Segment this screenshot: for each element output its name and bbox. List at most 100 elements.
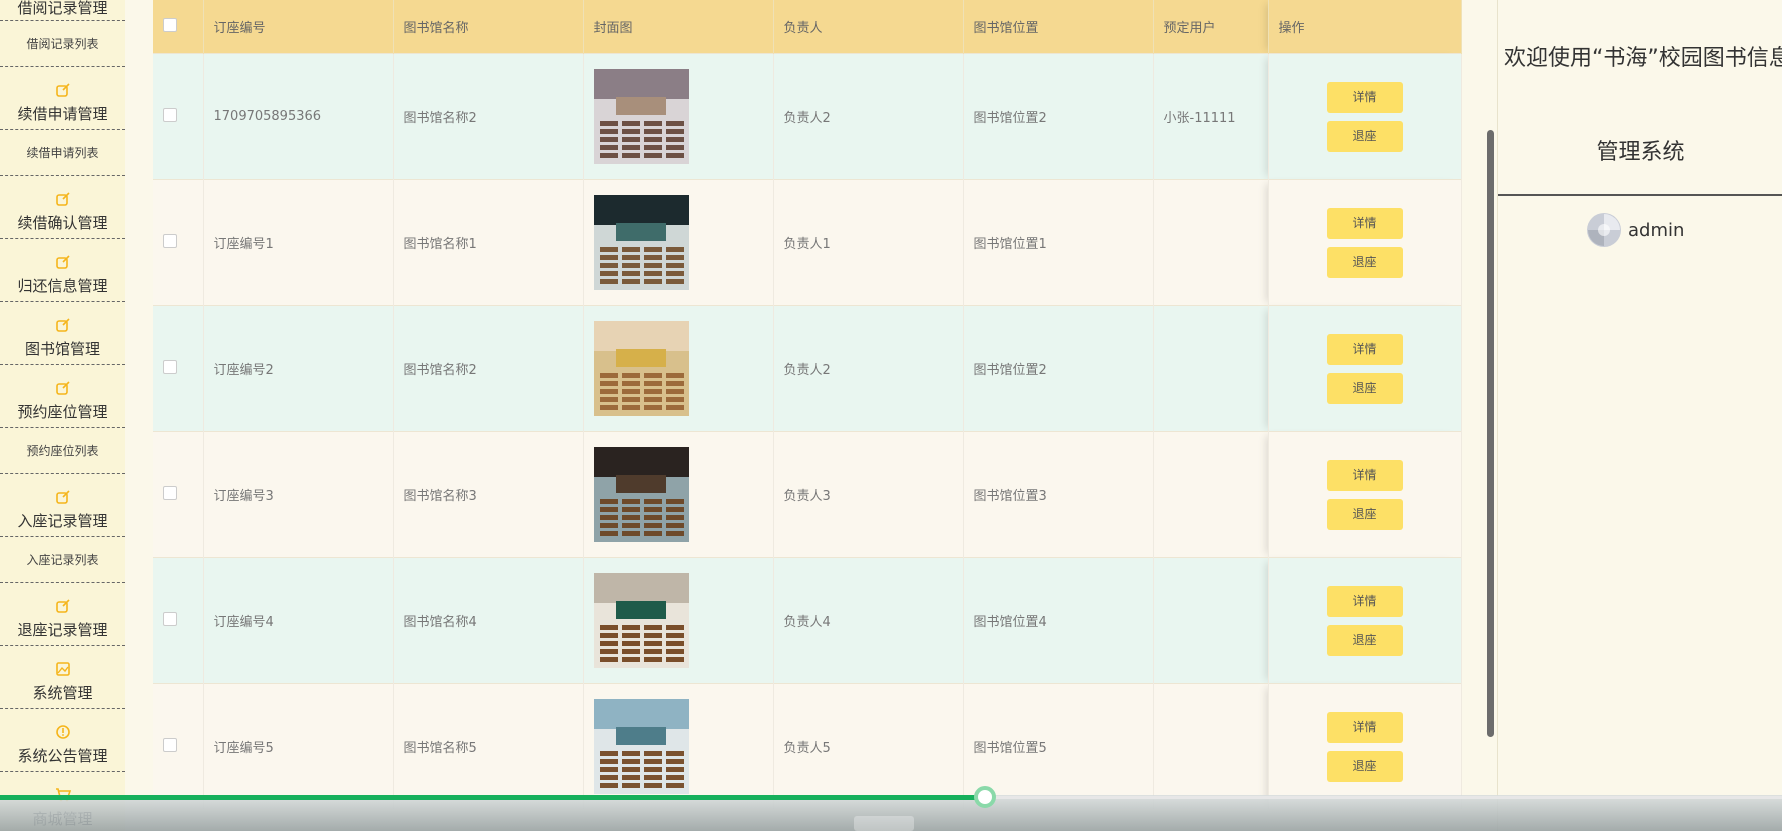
cell-booking-id: 订座编号3	[203, 431, 394, 558]
sidebar-group-label: 系统管理	[32, 684, 93, 702]
sidebar-group[interactable]: 续借确认管理	[0, 176, 125, 239]
row-select-cell[interactable]	[153, 53, 204, 180]
sidebar-subitem-label: 借阅记录列表	[26, 37, 99, 51]
row-checkbox[interactable]	[163, 359, 177, 374]
table-row: 订座编号3 图书馆名称3 负责人3 图书馆位置3 详情 退座	[153, 431, 1462, 558]
user-info[interactable]: admin	[1586, 212, 1684, 248]
seat-booking-table: 订座编号 图书馆名称 封面图 负责人 图书馆位置 预定用户 操作 1709705…	[153, 0, 1462, 809]
cell-manager: 负责人5	[773, 683, 964, 809]
cell-cover	[583, 431, 774, 558]
system-name: 管理系统	[1596, 140, 1685, 165]
sidebar-subitem[interactable]: 续借申请列表	[0, 130, 125, 176]
select-all-checkbox[interactable]	[163, 17, 177, 32]
sidebar-group[interactable]: 续借申请管理	[0, 67, 125, 130]
row-checkbox[interactable]	[163, 485, 177, 500]
sidebar-group-label: 归还信息管理	[17, 277, 108, 295]
cell-library-name: 图书馆名称4	[393, 557, 584, 684]
col-header-actions: 操作	[1268, 0, 1462, 54]
sidebar-group-label: 预约座位管理	[17, 403, 108, 421]
table-header-row: 订座编号 图书馆名称 封面图 负责人 图书馆位置 预定用户 操作	[153, 0, 1462, 54]
leave-seat-button[interactable]: 退座	[1326, 246, 1403, 278]
cover-image[interactable]	[593, 573, 763, 668]
sidebar-subitem[interactable]: 入座记录列表	[0, 537, 125, 583]
sidebar-group[interactable]: 归还信息管理	[0, 239, 125, 302]
cell-actions: 详情 退座	[1268, 305, 1462, 432]
cell-location: 图书馆位置2	[963, 53, 1154, 180]
leave-seat-button[interactable]: 退座	[1326, 120, 1403, 152]
sidebar-group-label: 图书馆管理	[24, 340, 100, 358]
col-header-manager[interactable]: 负责人	[773, 0, 964, 54]
sidebar-group[interactable]: 系统管理	[0, 646, 125, 709]
row-checkbox[interactable]	[163, 107, 177, 122]
cell-booking-id: 订座编号5	[203, 683, 394, 809]
cell-manager: 负责人4	[773, 557, 964, 684]
cell-location: 图书馆位置1	[963, 179, 1154, 306]
detail-button[interactable]: 详情	[1326, 459, 1403, 491]
cell-actions: 详情 退座	[1268, 431, 1462, 558]
leave-seat-button[interactable]: 退座	[1326, 498, 1403, 530]
leave-seat-button[interactable]: 退座	[1326, 372, 1403, 404]
detail-button[interactable]: 详情	[1326, 333, 1403, 365]
col-header-name[interactable]: 图书馆名称	[393, 0, 584, 54]
sidebar-group-label: 入座记录管理	[17, 512, 108, 530]
row-select-cell[interactable]	[153, 557, 204, 684]
table-row: 订座编号4 图书馆名称4 负责人4 图书馆位置4 详情 退座	[153, 557, 1462, 684]
edit-icon	[55, 599, 70, 617]
page-scrollbar[interactable]	[1487, 130, 1494, 737]
video-progress-bar[interactable]	[0, 795, 985, 800]
leave-seat-button[interactable]: 退座	[1326, 750, 1403, 782]
cell-user	[1153, 431, 1269, 558]
cell-library-name: 图书馆名称3	[393, 431, 584, 558]
cover-image[interactable]	[593, 69, 763, 164]
col-header-location[interactable]: 图书馆位置	[963, 0, 1154, 54]
cell-library-name: 图书馆名称2	[393, 305, 584, 432]
col-header-id[interactable]: 订座编号	[203, 0, 394, 54]
table-row: 订座编号1 图书馆名称1 负责人1 图书馆位置1 详情 退座	[153, 179, 1462, 306]
row-select-cell[interactable]	[153, 683, 204, 809]
cell-user: 小张-11111	[1153, 53, 1269, 180]
header-divider	[1498, 194, 1782, 196]
cell-manager: 负责人2	[773, 305, 964, 432]
detail-button[interactable]: 详情	[1326, 207, 1403, 239]
detail-button[interactable]: 详情	[1326, 711, 1403, 743]
sidebar-group[interactable]: 退座记录管理	[0, 583, 125, 646]
play-button[interactable]	[854, 816, 914, 831]
sidebar-group[interactable]: 图书馆管理	[0, 302, 125, 365]
col-header-user[interactable]: 预定用户	[1153, 0, 1269, 54]
sidebar-group[interactable]: 预约座位管理	[0, 365, 125, 428]
select-all-header[interactable]	[153, 0, 204, 54]
sidebar-group[interactable]: 系统公告管理	[0, 709, 125, 772]
cell-cover	[583, 179, 774, 306]
video-progress-remaining[interactable]	[985, 796, 1782, 799]
image-icon	[55, 662, 70, 680]
cover-image[interactable]	[593, 321, 763, 416]
row-select-cell[interactable]	[153, 179, 204, 306]
site-header-panel: 欢迎使用“书海”校园图书信息 管理系统 admin	[1497, 0, 1782, 831]
sidebar-group[interactable]: 入座记录管理	[0, 474, 125, 537]
sidebar-subitem-label: 入座记录列表	[26, 553, 99, 567]
sidebar-partial-top[interactable]: 借阅记录管理	[0, 0, 125, 21]
cover-image[interactable]	[593, 699, 763, 794]
edit-icon	[55, 318, 70, 336]
table-row: 1709705895366 图书馆名称2 负责人2 图书馆位置2 小张-11111 详情退…	[153, 53, 1462, 180]
cell-booking-id: 订座编号2	[203, 305, 394, 432]
cover-image[interactable]	[593, 195, 763, 290]
row-checkbox[interactable]	[163, 233, 177, 248]
row-checkbox[interactable]	[163, 611, 177, 626]
cell-library-name: 图书馆名称1	[393, 179, 584, 306]
sidebar-subitem[interactable]: 预约座位列表	[0, 428, 125, 474]
cell-location: 图书馆位置2	[963, 305, 1154, 432]
detail-button[interactable]: 详情	[1326, 81, 1403, 113]
sidebar-subitem[interactable]: 借阅记录列表	[0, 21, 125, 67]
cell-actions: 详情 退座	[1268, 683, 1462, 809]
avatar-icon	[1587, 213, 1621, 247]
row-select-cell[interactable]	[153, 305, 204, 432]
video-progress-knob[interactable]	[974, 786, 996, 808]
row-select-cell[interactable]	[153, 431, 204, 558]
leave-seat-button[interactable]: 退座	[1326, 624, 1403, 656]
row-checkbox[interactable]	[163, 737, 177, 752]
edit-icon	[55, 381, 70, 399]
sidebar: 借阅记录管理 借阅记录列表续借申请管理 续借申请列表 续借确认管理归还信息管理 图书馆…	[0, 0, 125, 831]
cover-image[interactable]	[593, 447, 763, 542]
detail-button[interactable]: 详情	[1326, 585, 1403, 617]
